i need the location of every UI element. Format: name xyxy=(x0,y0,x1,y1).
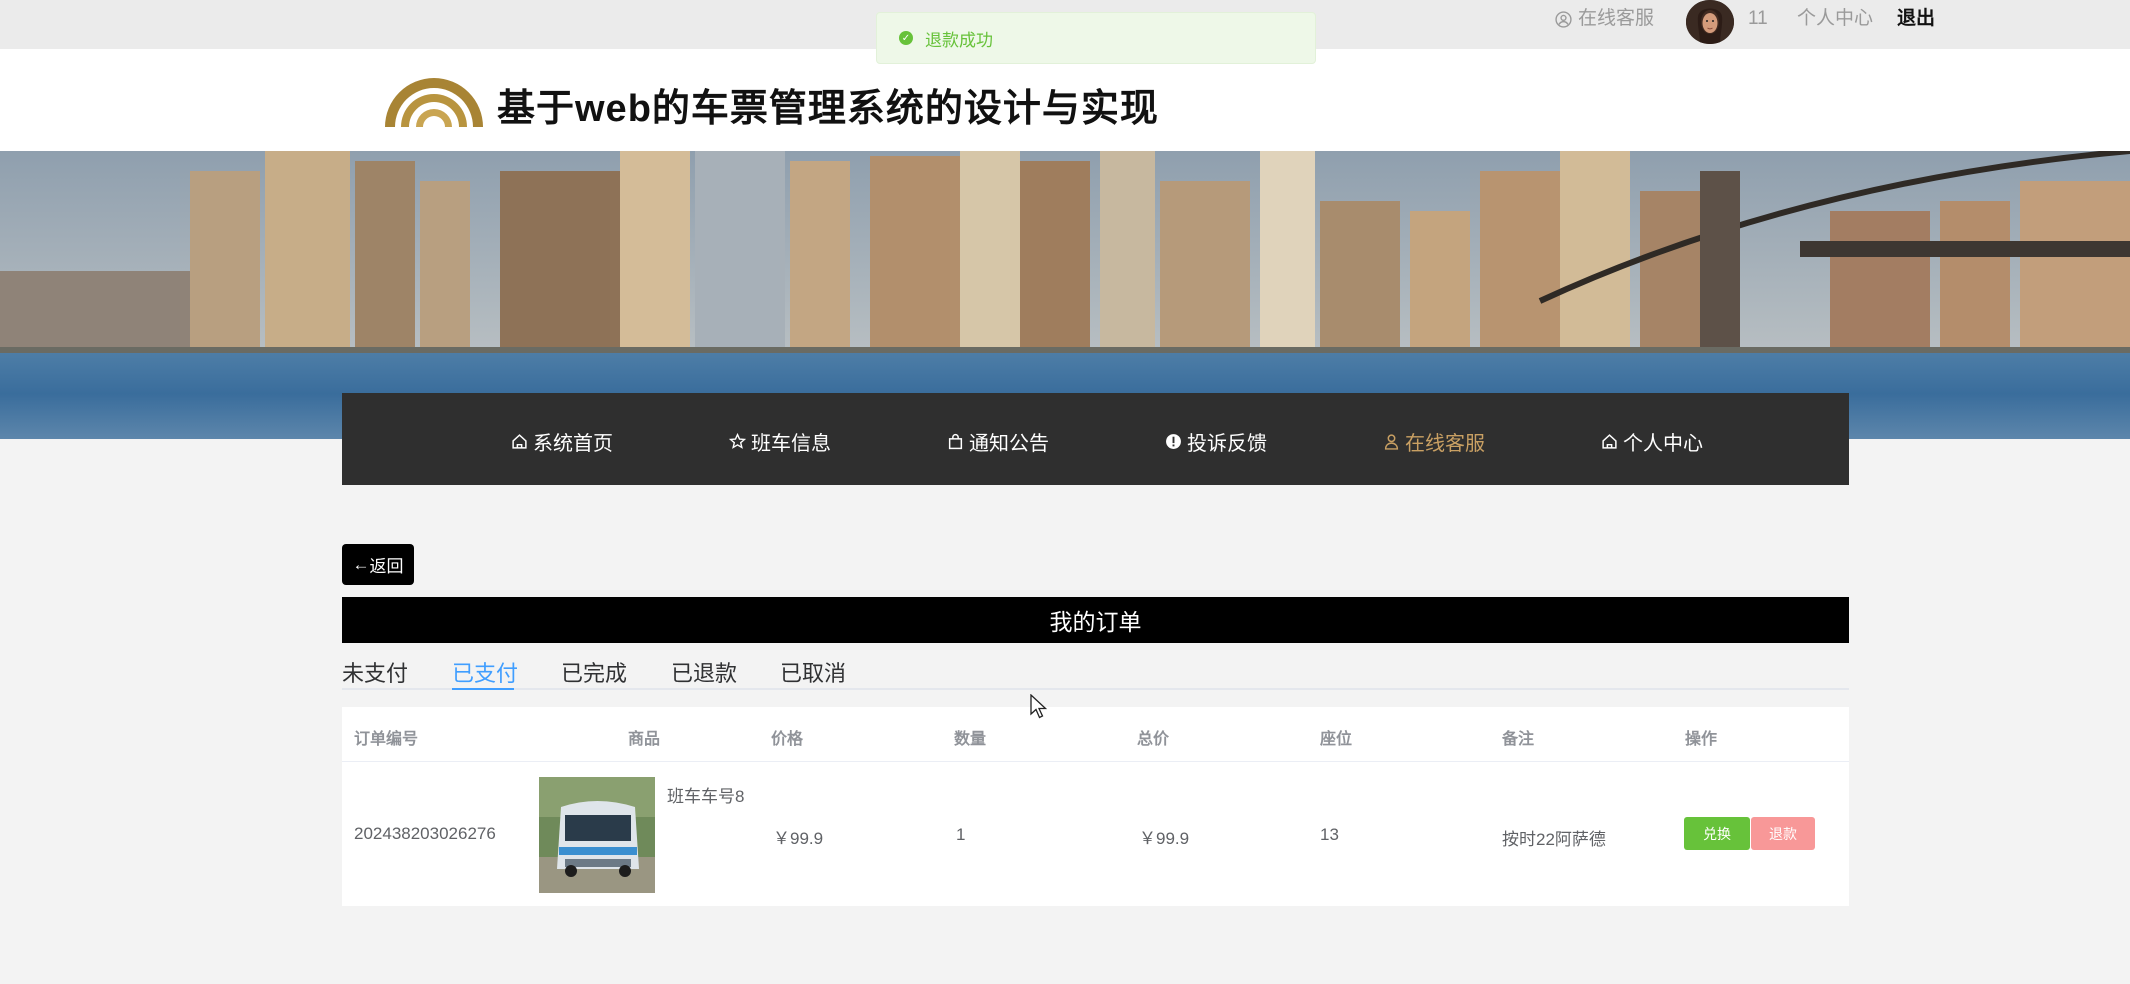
alert-icon xyxy=(1166,434,1181,449)
nav-item-feedback[interactable]: 投诉反馈 xyxy=(1165,427,1267,456)
orders-table: 订单编号 商品 价格 数量 总价 座位 备注 操作 20243820302627… xyxy=(342,707,1849,906)
site-title: 基于web的车票管理系统的设计与实现 xyxy=(497,88,1159,130)
user-circle-icon xyxy=(1555,10,1572,28)
home-icon xyxy=(1602,434,1617,449)
username: 11 xyxy=(1748,8,1768,29)
site-header: 基于web的车票管理系统的设计与实现 xyxy=(0,49,2130,151)
column-header: 数量 xyxy=(954,731,987,748)
nav-label: 系统首页 xyxy=(533,433,613,455)
personal-center-link[interactable]: 个人中心 xyxy=(1797,9,1873,29)
orders-title: 我的订单 xyxy=(342,597,1849,643)
back-label: 返回 xyxy=(369,557,404,576)
refund-button[interactable]: 退款 xyxy=(1751,817,1815,850)
tab-cancelled[interactable]: 已取消 xyxy=(780,656,846,688)
tab-unpaid[interactable]: 未支付 xyxy=(342,656,408,688)
home-icon xyxy=(512,434,527,449)
back-button[interactable]: ← 返回 xyxy=(342,544,414,585)
nav-label: 投诉反馈 xyxy=(1187,433,1267,455)
logout-link[interactable]: 退出 xyxy=(1897,9,1935,29)
remark: 按时22阿萨德 xyxy=(1502,830,1606,849)
bag-icon xyxy=(948,433,963,450)
price: ￥99.9 xyxy=(773,829,824,848)
nav-label: 班车信息 xyxy=(751,433,831,455)
nav-item-personal-center[interactable]: 个人中心 xyxy=(1601,427,1703,456)
avatar[interactable] xyxy=(1686,0,1734,44)
column-header: 座位 xyxy=(1320,731,1353,748)
nav-label: 个人中心 xyxy=(1623,433,1703,455)
tab-completed[interactable]: 已完成 xyxy=(561,656,627,688)
column-header: 价格 xyxy=(771,731,804,748)
column-header: 商品 xyxy=(628,731,661,748)
check-circle-icon: ✓ xyxy=(899,31,913,45)
active-tab-indicator xyxy=(452,688,514,690)
success-toast: ✓ 退款成功 xyxy=(876,12,1316,64)
star-icon xyxy=(729,433,746,449)
quantity: 1 xyxy=(956,825,966,844)
online-service-label: 在线客服 xyxy=(1578,8,1655,29)
nav-label: 通知公告 xyxy=(969,433,1049,455)
nav-label: 在线客服 xyxy=(1405,433,1485,455)
mouse-cursor-icon xyxy=(1030,694,1048,719)
order-status-tabs: 未支付 已支付 已完成 已退款 已取消 xyxy=(342,652,1849,690)
product-name: 班车车号8 xyxy=(667,787,745,806)
seat-number: 13 xyxy=(1320,825,1339,844)
column-header: 总价 xyxy=(1137,731,1170,748)
tab-paid[interactable]: 已支付 xyxy=(452,656,518,688)
column-header: 操作 xyxy=(1685,731,1718,748)
user-icon xyxy=(1384,434,1399,450)
main-nav: 系统首页 班车信息 通知公告 投诉反馈 在线客服 个人中心 xyxy=(342,393,1849,485)
nav-item-notice[interactable]: 通知公告 xyxy=(947,427,1049,456)
online-service-link[interactable]: 在线客服 xyxy=(1555,9,1654,29)
product-thumbnail[interactable] xyxy=(539,777,655,893)
nav-item-bus-info[interactable]: 班车信息 xyxy=(729,427,831,456)
order-number: 202438203026276 xyxy=(354,824,496,843)
table-header: 订单编号 商品 价格 数量 总价 座位 备注 操作 xyxy=(342,707,1849,762)
nav-item-online-service[interactable]: 在线客服 xyxy=(1383,427,1485,456)
tab-refunded[interactable]: 已退款 xyxy=(671,656,737,688)
arrow-left-icon: ← xyxy=(352,554,370,574)
column-header: 备注 xyxy=(1502,731,1535,748)
column-header: 订单编号 xyxy=(354,731,419,748)
logo-icon xyxy=(385,78,483,127)
exchange-button[interactable]: 兑换 xyxy=(1684,817,1750,850)
nav-item-home[interactable]: 系统首页 xyxy=(511,427,613,456)
total-price: ￥99.9 xyxy=(1139,829,1190,848)
toast-message: 退款成功 xyxy=(925,30,993,50)
